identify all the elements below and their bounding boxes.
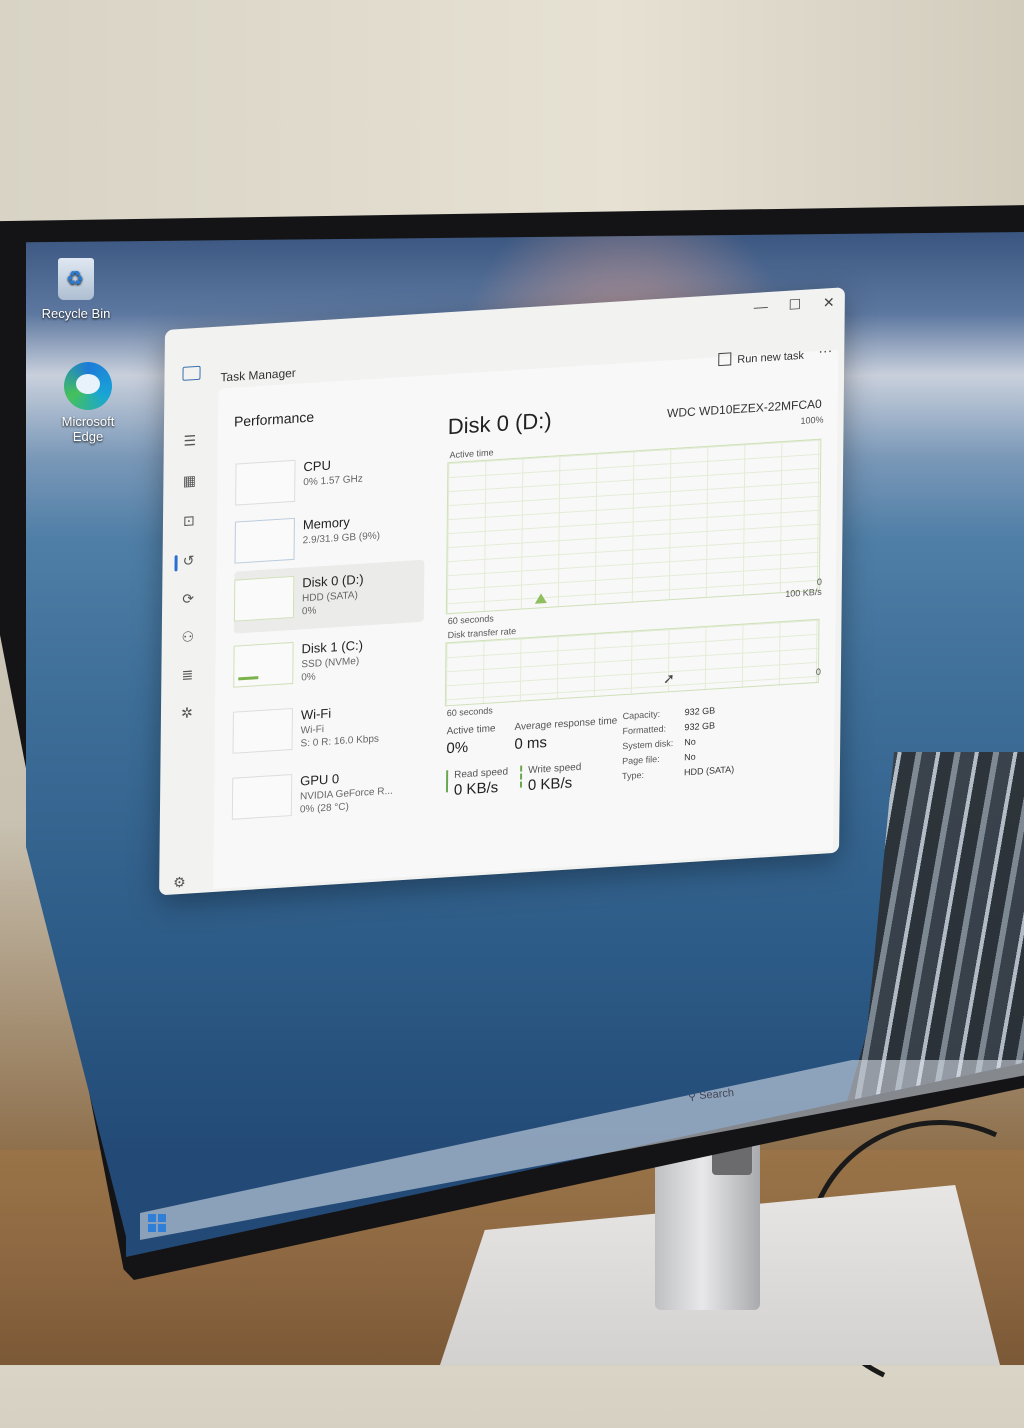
nav-active-indicator xyxy=(174,555,178,572)
disk-model: WDC WD10EZEX-22MFCA0 xyxy=(667,396,822,421)
resource-item-cpu[interactable]: CPU 0% 1.57 GHz xyxy=(235,444,426,512)
run-task-icon xyxy=(718,352,732,367)
resource-sub2: S: 0 R: 16.0 Kbps xyxy=(300,733,380,750)
disk-properties-values: 932 GB 932 GB No No HDD (SATA) xyxy=(684,702,735,780)
active-time-graph xyxy=(445,438,822,615)
resource-sub2: 0% xyxy=(301,605,317,618)
resource-sub: 0% 1.57 GHz xyxy=(303,473,363,489)
resource-sub2: 0% (28 °C) xyxy=(299,801,349,816)
desktop-icon-recycle-bin[interactable]: Recycle Bin xyxy=(36,258,116,321)
gpu-thumbnail xyxy=(231,774,293,820)
maximize-button[interactable]: ☐ xyxy=(785,296,805,314)
start-button[interactable] xyxy=(148,1214,166,1232)
disk-1-thumbnail xyxy=(233,641,294,688)
app-history-icon[interactable]: ↺ xyxy=(178,550,198,571)
active-time-graph-min: 0 xyxy=(816,576,822,587)
task-manager-window: Task Manager — ☐ ✕ ☰ ▦ ⊡ ↺ ⟳ ⚇ ≣ ✲ ⚙ Per… xyxy=(159,287,845,896)
performance-panel: Performance Run new task ··· CPU 0% 1.57… xyxy=(213,342,839,890)
wifi-thumbnail xyxy=(232,707,293,754)
disk-properties-keys: Capacity: Formatted: System disk: Page f… xyxy=(622,706,674,784)
active-time-graph-max: 100% xyxy=(800,414,824,426)
details-icon[interactable]: ≣ xyxy=(177,664,197,685)
resource-sub2: 0% xyxy=(301,671,316,684)
performance-icon[interactable]: ⊡ xyxy=(179,510,199,531)
resource-item-disk-1[interactable]: Disk 1 (C:) SSD (NVMe) 0% xyxy=(233,626,424,700)
cpu-thumbnail xyxy=(235,459,296,506)
task-manager-icon xyxy=(182,365,201,381)
avg-response-label: Average response time xyxy=(514,715,618,734)
transfer-graph-span: 60 seconds xyxy=(446,705,493,719)
minimize-button[interactable]: — xyxy=(751,298,771,315)
services-icon[interactable]: ✲ xyxy=(177,702,197,723)
hamburger-icon[interactable]: ☰ xyxy=(180,430,200,451)
resource-name: Disk 0 (D:) xyxy=(302,571,364,591)
activity-peak xyxy=(534,592,547,604)
processes-icon[interactable]: ▦ xyxy=(179,470,199,491)
active-time-graph-span: 60 seconds xyxy=(447,613,494,627)
edge-icon xyxy=(64,362,112,410)
run-new-task-label: Run new task xyxy=(737,349,804,366)
gear-icon[interactable]: ⚙ xyxy=(173,874,186,892)
resource-sub: SSD (NVMe) xyxy=(301,655,360,671)
read-speed-indicator xyxy=(445,770,449,793)
write-speed-label: Write speed xyxy=(528,761,582,777)
property-key: Type: xyxy=(621,769,645,782)
wall xyxy=(0,0,1024,240)
resource-name: CPU xyxy=(303,457,331,475)
resource-sub: Wi-Fi xyxy=(300,724,325,737)
property-value: HDD (SATA) xyxy=(683,764,735,778)
window-title: Task Manager xyxy=(220,365,296,385)
write-speed-value: 0 KB/s xyxy=(527,774,573,795)
desktop-icon-label: Microsoft Edge xyxy=(61,414,115,444)
resource-item-memory[interactable]: Memory 2.9/31.9 GB (9%) xyxy=(234,502,425,570)
desktop-icon-label: Recycle Bin xyxy=(41,306,111,321)
resource-sub: 2.9/31.9 GB (9%) xyxy=(302,530,381,547)
page-title: Performance xyxy=(233,408,315,430)
active-time-value: 0% xyxy=(446,738,469,758)
active-time-label: Active time xyxy=(446,723,496,738)
resource-item-gpu-0[interactable]: GPU 0 NVIDIA GeForce R... 0% (28 °C) xyxy=(231,758,423,832)
resource-name: Disk 1 (C:) xyxy=(301,637,364,657)
transfer-graph-min: 0 xyxy=(815,666,822,678)
read-speed-value: 0 KB/s xyxy=(453,779,499,799)
nav-rail: ☰ ▦ ⊡ ↺ ⟳ ⚇ ≣ ✲ xyxy=(159,387,216,891)
disk-title: Disk 0 (D:) xyxy=(447,407,552,440)
resource-name: Memory xyxy=(302,514,350,533)
close-button[interactable]: ✕ xyxy=(819,294,839,312)
read-speed-label: Read speed xyxy=(454,766,509,781)
resource-name: GPU 0 xyxy=(300,771,340,789)
recycle-bin-icon xyxy=(58,258,94,300)
resource-item-disk-0[interactable]: Disk 0 (D:) HDD (SATA) 0% xyxy=(233,559,425,634)
active-time-graph-label: Active time xyxy=(449,447,494,461)
users-icon[interactable]: ⚇ xyxy=(178,626,198,647)
disk-0-thumbnail xyxy=(233,575,295,622)
resource-sub: NVIDIA GeForce R... xyxy=(299,785,393,803)
startup-icon[interactable]: ⟳ xyxy=(178,588,198,609)
memory-thumbnail xyxy=(234,517,295,564)
run-new-task-button[interactable]: Run new task xyxy=(718,348,804,367)
activity-spark xyxy=(238,676,259,681)
avg-response-value: 0 ms xyxy=(514,733,548,754)
resource-name: Wi-Fi xyxy=(300,705,332,723)
transfer-graph-max: 100 KB/s xyxy=(785,586,822,599)
resource-sub: HDD (SATA) xyxy=(302,589,358,605)
write-speed-indicator xyxy=(519,765,523,788)
disk-detail: Disk 0 (D:) WDC WD10EZEX-22MFCA0 Active … xyxy=(443,390,828,854)
more-options-button[interactable]: ··· xyxy=(818,342,832,359)
resource-item-wifi[interactable]: Wi-Fi Wi-Fi S: 0 R: 16.0 Kbps xyxy=(232,692,423,766)
mouse-cursor-icon: ➚ xyxy=(662,669,675,687)
windows-logo-icon xyxy=(148,1214,156,1222)
desktop-icon-edge[interactable]: Microsoft Edge xyxy=(46,362,130,444)
